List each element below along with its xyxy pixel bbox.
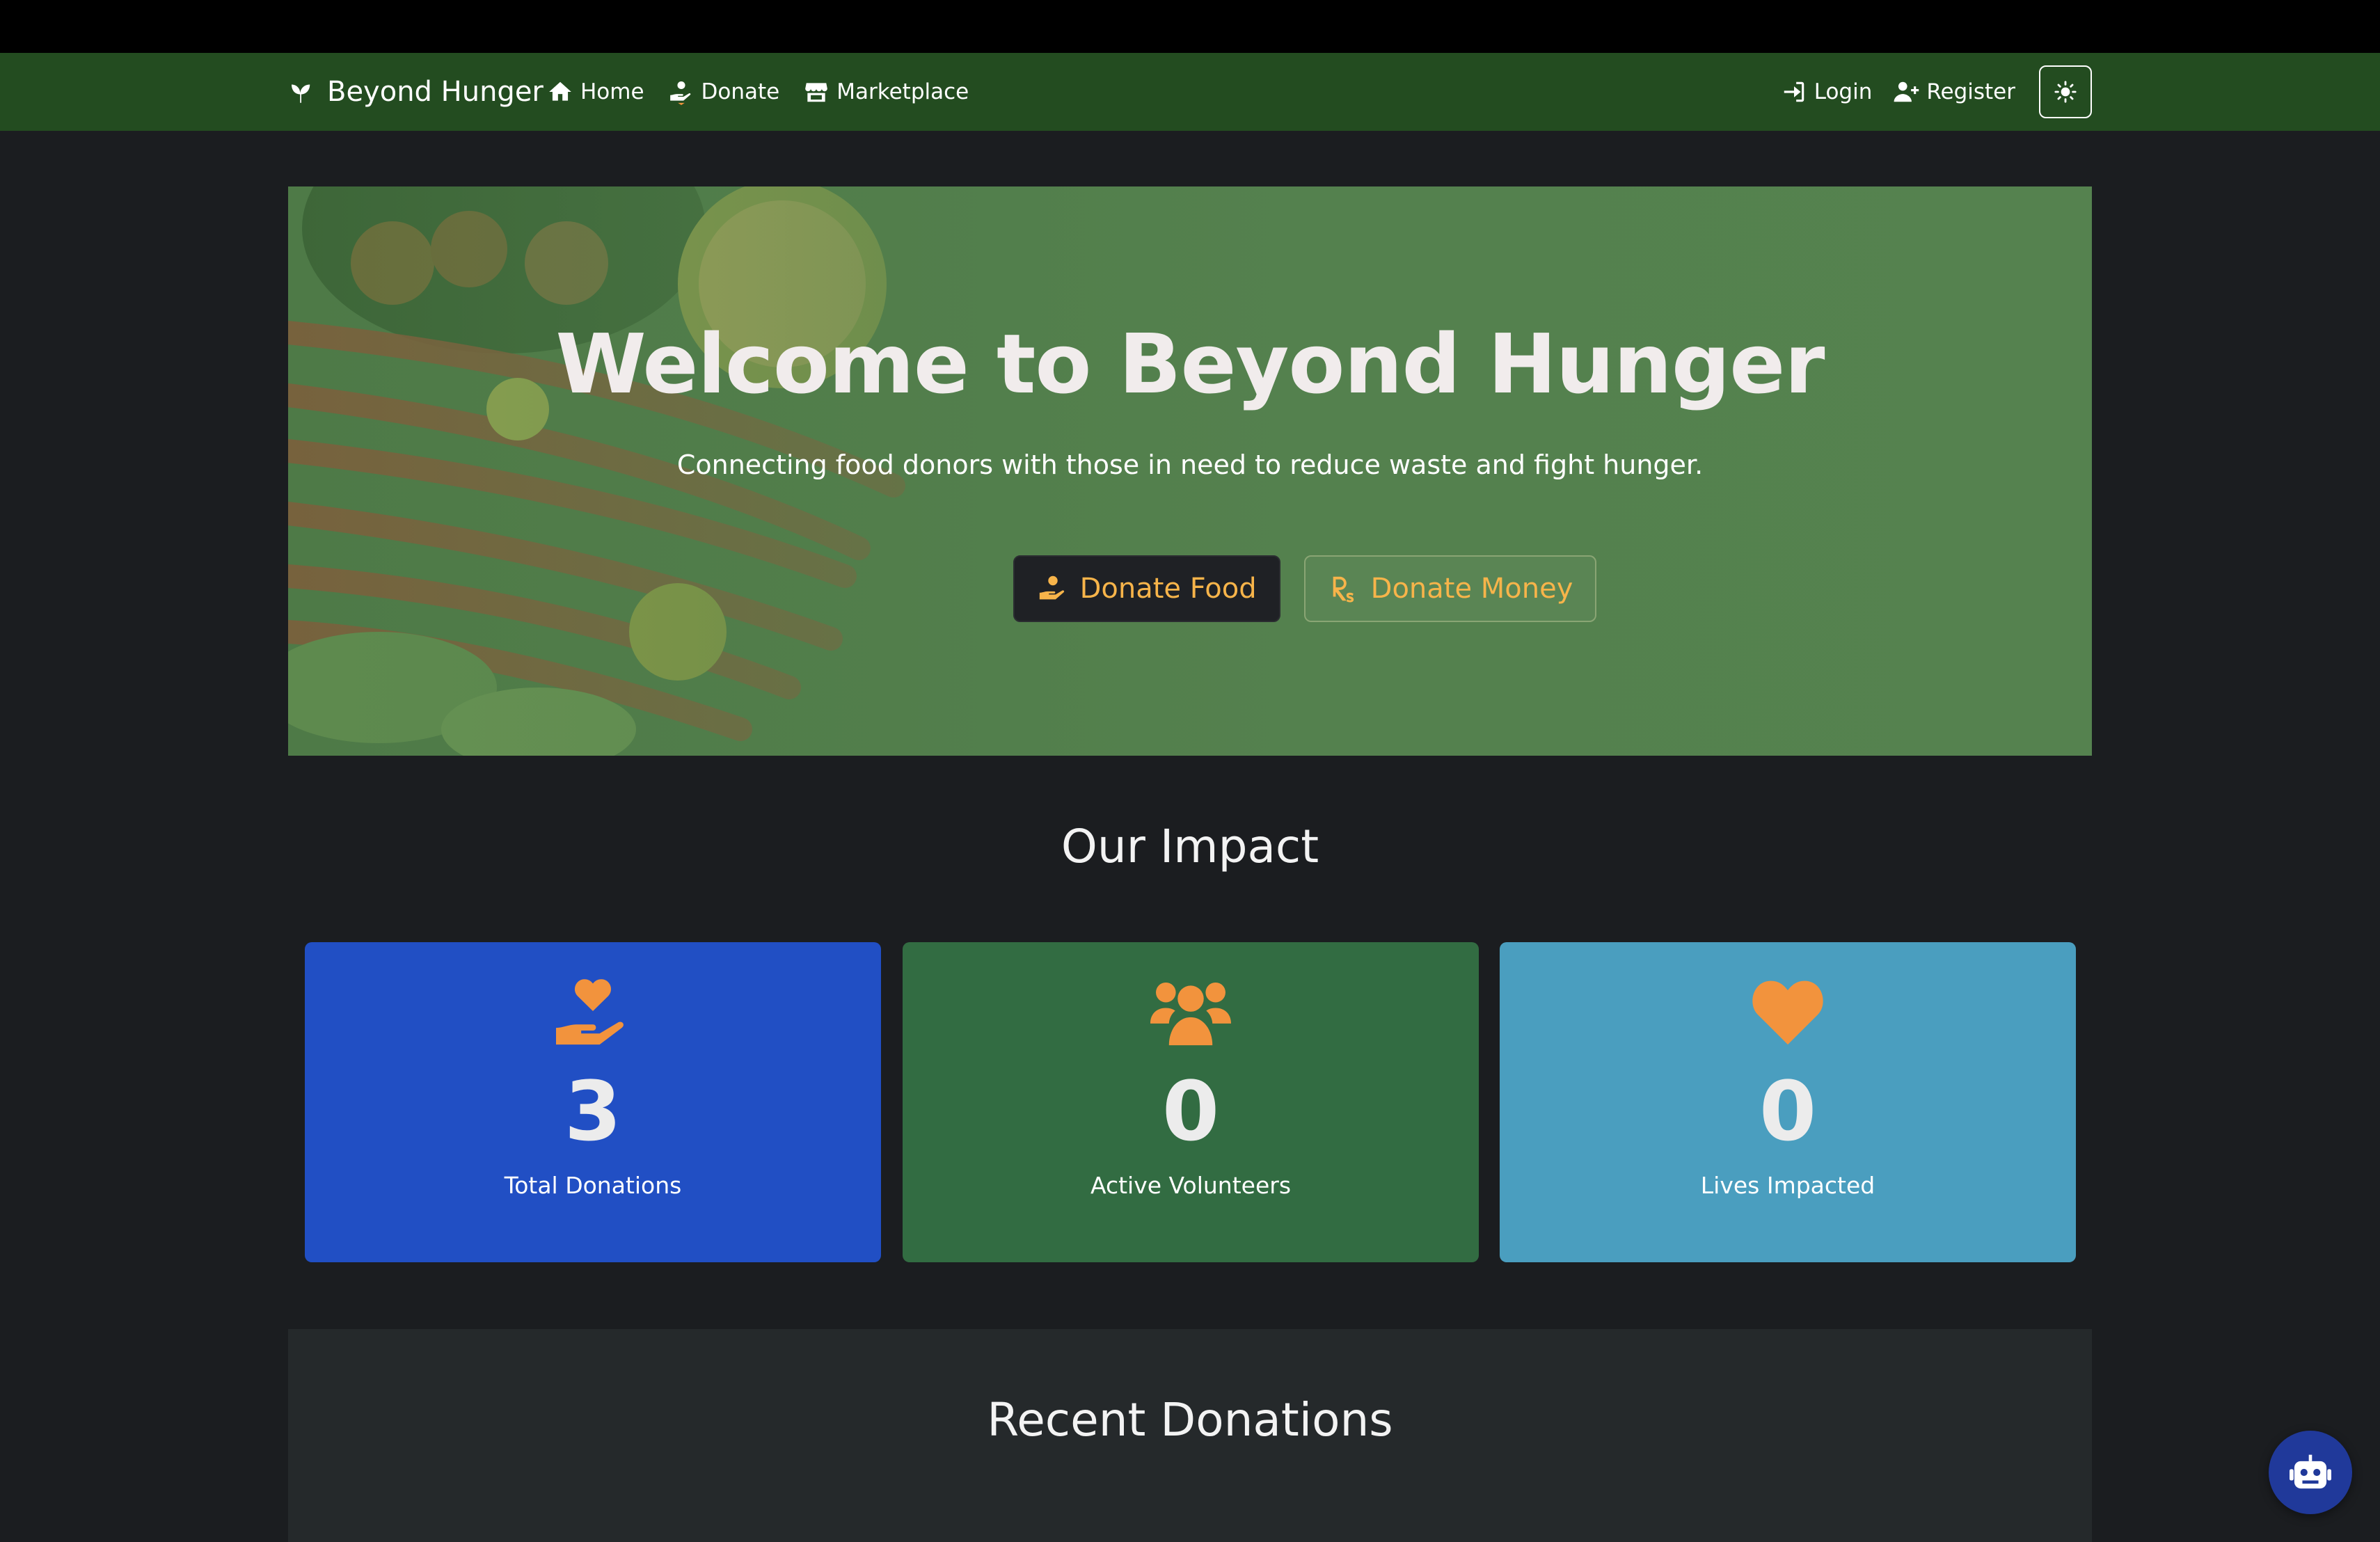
brand-name: Beyond Hunger	[327, 76, 544, 108]
hero-title: Welcome to Beyond Hunger	[555, 316, 1825, 412]
stat-card-volunteers: 0 Active Volunteers	[903, 942, 1479, 1262]
recent-donations-title: Recent Donations	[987, 1393, 1393, 1447]
nav-marketplace-label: Marketplace	[836, 79, 969, 104]
register-label: Register	[1926, 79, 2015, 104]
chatbot-button[interactable]	[2269, 1431, 2352, 1514]
user-plus-icon	[1894, 81, 1919, 102]
stat-card-lives: 0 Lives Impacted	[1500, 942, 2076, 1262]
stat-value-volunteers: 0	[1161, 1063, 1220, 1159]
hand-holding-heart-icon	[556, 979, 624, 1045]
hand-holding-icon	[1039, 575, 1064, 600]
robot-icon	[2290, 1454, 2331, 1489]
brand-link[interactable]: Beyond Hunger	[287, 53, 544, 131]
sign-in-icon	[1784, 81, 1804, 102]
nav-links: Home Donate Marketplace	[547, 53, 969, 131]
stat-label-volunteers: Active Volunteers	[1090, 1172, 1292, 1199]
theme-toggle-button[interactable]	[2039, 65, 2092, 118]
users-icon	[1150, 982, 1231, 1046]
recent-donations-section: Recent Donations	[288, 1329, 2092, 1542]
home-icon	[549, 81, 571, 101]
hero-banner: Welcome to Beyond Hunger Connecting food…	[288, 186, 2092, 756]
hero-subtitle: Connecting food donors with those in nee…	[676, 450, 1704, 480]
hand-holding-icon	[669, 81, 690, 105]
donate-food-label: Donate Food	[1079, 573, 1257, 605]
nav-donate[interactable]: Donate	[668, 79, 780, 105]
register-link[interactable]: Register	[1893, 79, 2015, 105]
login-link[interactable]: Login	[1781, 79, 1873, 105]
stat-card-donations: 3 Total Donations	[305, 942, 881, 1262]
heart-icon	[1752, 980, 1823, 1045]
stat-label-donations: Total Donations	[504, 1172, 682, 1199]
login-label: Login	[1814, 79, 1873, 104]
donate-money-button[interactable]: Donate Money	[1303, 555, 1597, 622]
donate-food-button[interactable]: Donate Food	[1013, 555, 1280, 622]
impact-title: Our Impact	[1061, 820, 1319, 873]
stat-value-lives: 0	[1759, 1063, 1817, 1159]
top-black-bar	[0, 0, 2380, 53]
seedling-icon	[292, 84, 310, 103]
nav-home-label: Home	[580, 79, 644, 104]
donate-money-label: Donate Money	[1370, 573, 1573, 605]
hero-buttons: Donate Food Donate Money	[288, 555, 2092, 622]
rupee-icon	[1333, 576, 1354, 603]
nav-home[interactable]: Home	[547, 79, 644, 105]
nav-marketplace[interactable]: Marketplace	[803, 79, 969, 105]
store-icon	[805, 83, 828, 102]
stat-value-donations: 3	[564, 1063, 622, 1159]
navbar: Beyond Hunger Home Donate Marketplace Lo…	[0, 53, 2380, 131]
nav-right: Login Register	[1781, 53, 2092, 131]
stat-label-lives: Lives Impacted	[1700, 1172, 1875, 1199]
hero-content: Welcome to Beyond Hunger Connecting food…	[288, 186, 2092, 756]
sun-icon	[2054, 81, 2077, 103]
nav-donate-label: Donate	[701, 79, 780, 104]
